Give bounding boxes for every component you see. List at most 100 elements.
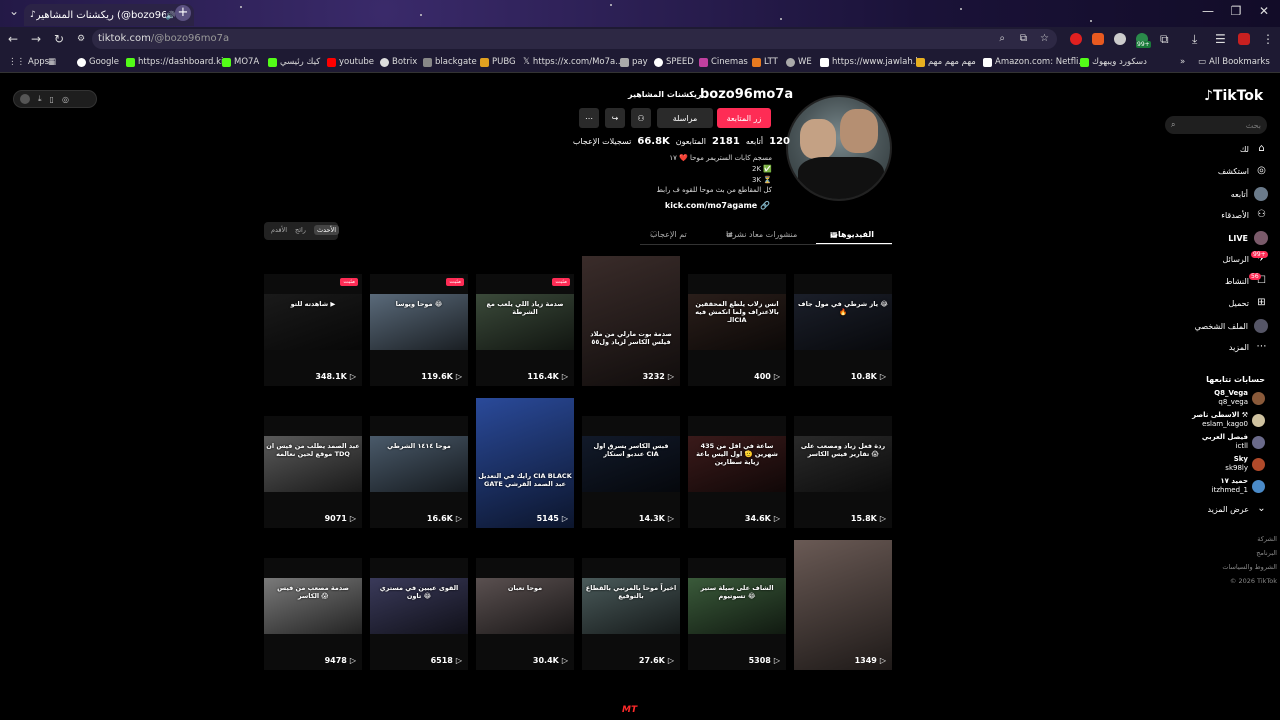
followers-label[interactable]: المتابعون: [676, 137, 706, 146]
following-account[interactable]: Q8_Vega q8_vega: [1170, 389, 1265, 407]
zoom-icon[interactable]: ⌕: [999, 29, 1005, 49]
bookmark-cinemas[interactable]: Cinemas: [699, 57, 748, 67]
nav-friends[interactable]: الأصدقاء ⚇: [1190, 209, 1268, 222]
bookmarks-overflow-icon[interactable]: »: [1180, 57, 1185, 67]
bookmark-pubg[interactable]: PUBG: [480, 57, 516, 67]
nav-live[interactable]: LIVE: [1190, 231, 1268, 245]
video-card[interactable]: رايك في التعديل CIA BLACK GATE عبد الصمد…: [476, 398, 574, 528]
bookmark-google[interactable]: Google: [77, 57, 119, 67]
new-tab-button[interactable]: +: [175, 5, 191, 21]
bookmark-apps[interactable]: ⋮⋮ Apps: [8, 57, 49, 67]
bookmark-tab-grid[interactable]: ▦: [48, 57, 56, 67]
video-card[interactable]: شاهدته للتو ▶ مثبت 348.1K ▷: [264, 274, 362, 386]
video-card[interactable]: 435 ساعة في اقل من شهرين 🫡 اول اليس باعة…: [688, 416, 786, 528]
profile-link[interactable]: kick.com/mo7agame 🔗: [640, 201, 770, 210]
following-account[interactable]: Sky sk98ly: [1170, 455, 1265, 473]
following-label[interactable]: أتابعه: [746, 137, 763, 146]
back-icon[interactable]: ←: [8, 32, 18, 46]
bookmark-blackgate[interactable]: blackgate: [423, 57, 477, 67]
minimize-button[interactable]: —: [1194, 4, 1222, 18]
video-card[interactable]: موحا ويوسا 😂 مثبت 119.6K ▷: [370, 274, 468, 386]
address-bar[interactable]: tiktok.com/@bozo96mo7a ⌕ ⧉ ☆: [92, 29, 1057, 49]
video-card[interactable]: ردة فعل زياد ومصعب على تقارير فيس الكاسر…: [794, 416, 892, 528]
share-icon[interactable]: ↪: [605, 108, 625, 128]
video-card[interactable]: موحا ١٤١٤ الشرطي 16.6K ▷: [370, 416, 468, 528]
tiktok-logo[interactable]: ♪TikTok: [1204, 88, 1263, 104]
sort-oldest[interactable]: الأقدم: [271, 226, 287, 234]
footer-program[interactable]: البرنامج: [1200, 549, 1277, 557]
add-friend-icon[interactable]: ⚇: [631, 108, 651, 128]
video-card[interactable]: عبد الصمد يطلب من فيس ان موقع لحين نعالم…: [264, 416, 362, 528]
download-small-icon[interactable]: ⤓: [38, 94, 42, 104]
message-button[interactable]: مراسلة: [657, 108, 713, 128]
bookmark-speed[interactable]: SPEED: [654, 57, 694, 67]
video-card[interactable]: الشاف على سيلة ستير تسوتيوم 😂 5308 ▷: [688, 558, 786, 670]
bookmark-important[interactable]: مهم مهم مهم: [916, 57, 976, 67]
following-account[interactable]: فيصل العربي ictll: [1170, 433, 1265, 451]
following-account[interactable]: الاسطى ناصر ⚒ eslam_kago0: [1170, 411, 1265, 429]
nav-more[interactable]: المزيد ⋯: [1190, 341, 1268, 354]
video-card[interactable]: صدمة زياد اللي يلعب مع الشرطة مثبت 116.4K ▷: [476, 274, 574, 386]
profile-avatar[interactable]: [786, 95, 892, 201]
close-window-button[interactable]: ✕: [1250, 4, 1278, 18]
sort-latest[interactable]: الأحدث: [314, 225, 340, 235]
menu-icon[interactable]: ⋮: [1262, 32, 1274, 46]
phone-icon[interactable]: ▯: [50, 95, 54, 104]
following-count[interactable]: 120: [769, 136, 790, 147]
search-input[interactable]: ⌕ بحث: [1165, 116, 1267, 134]
bookmark-ltt[interactable]: LTT: [752, 57, 778, 67]
bookmark-amazon[interactable]: Amazon.com: Netfli...: [983, 57, 1087, 67]
compass-icon[interactable]: ◎: [62, 95, 69, 104]
video-card[interactable]: القوى عيبين في مستري تاون 😂 6518 ▷: [370, 558, 468, 670]
video-card[interactable]: اخيراً موحا بالمرتبي بالقطاع بالتوقيع 27.…: [582, 558, 680, 670]
bookmark-kick-main[interactable]: كيك رئيسي: [268, 57, 320, 67]
see-more-link[interactable]: عرض المزيد ⌄: [1190, 503, 1268, 516]
browser-tab[interactable]: ♪ ريكشنات المشاهير (@bozo96mo7a 🔊 ✕: [24, 4, 194, 26]
footer-terms[interactable]: الشروط والسياسات: [1200, 563, 1277, 571]
site-info-icon[interactable]: ⚙: [77, 34, 85, 44]
profile-circle-icon[interactable]: [20, 94, 30, 104]
repost-icon: ⇄: [726, 230, 733, 239]
bookmark-we[interactable]: WE: [786, 57, 812, 67]
bookmark-jawlah[interactable]: https://www.jawlah.l...: [820, 57, 926, 67]
cast-icon[interactable]: ⧉: [1020, 29, 1027, 49]
extensions-puzzle-icon[interactable]: ⧉: [1160, 32, 1169, 47]
video-card[interactable]: انس زلاب يلطع المحققين بالاعتراف ولما ان…: [688, 274, 786, 386]
video-card[interactable]: قبس الكاسر يسرق اول عندبو استكار CIA 14.3…: [582, 416, 680, 528]
bookmark-discord-webhook[interactable]: دسكورد ويبهوك: [1080, 57, 1147, 67]
footer-company[interactable]: الشركة: [1200, 535, 1277, 543]
video-card[interactable]: صدمة بوت مارلي من ملاد فيلس الكاسر لزياد…: [582, 256, 680, 386]
video-card[interactable]: موحا تعبان 30.4K ▷: [476, 558, 574, 670]
video-card[interactable]: ياز شرطي في مول جاف 😂🔥 10.8K ▷: [794, 274, 892, 386]
extension-3-icon[interactable]: [1114, 33, 1126, 45]
bookmark-pay[interactable]: pay: [620, 57, 648, 67]
nav-profile[interactable]: الملف الشخصي: [1190, 319, 1268, 333]
tune-icon[interactable]: ☰: [1215, 32, 1226, 46]
all-bookmarks[interactable]: ▭ All Bookmarks: [1198, 57, 1270, 67]
extension-1-icon[interactable]: [1070, 33, 1082, 45]
nav-explore[interactable]: استكشف ◎: [1190, 165, 1268, 178]
more-options-icon[interactable]: ⋯: [579, 108, 599, 128]
video-card[interactable]: 1349 ▷: [794, 540, 892, 670]
extension-2-icon[interactable]: [1092, 33, 1104, 45]
bookmark-youtube[interactable]: youtube: [327, 57, 374, 67]
forward-icon[interactable]: →: [31, 32, 41, 46]
bookmark-botrix[interactable]: Botrix: [380, 57, 417, 67]
floating-toolbar[interactable]: ⤓ ▯ ◎: [13, 90, 97, 108]
bookmark-x[interactable]: 𝕏https://x.com/Mo7a...: [523, 57, 623, 67]
edit-profile-button[interactable]: زر المتابعة: [717, 108, 771, 128]
maximize-button[interactable]: ❐: [1222, 4, 1250, 18]
followers-count[interactable]: 2181: [712, 136, 740, 147]
reload-icon[interactable]: ↻: [54, 32, 64, 46]
nav-upload[interactable]: تحميل ⊞: [1190, 297, 1268, 310]
sort-popular[interactable]: رائج: [295, 226, 306, 234]
video-card[interactable]: صدمة مصعب من فيس الكاسر 😱 9478 ▷: [264, 558, 362, 670]
shield-extension-icon[interactable]: [1238, 33, 1250, 45]
download-icon[interactable]: ⤓: [1192, 32, 1197, 47]
bookmark-mo7a[interactable]: MO7A: [222, 57, 259, 67]
bookmark-kick-dashboard[interactable]: https://dashboard.ki...: [126, 57, 232, 67]
bookmark-star-icon[interactable]: ☆: [1040, 29, 1049, 49]
nav-for-you[interactable]: لك ⌂: [1190, 143, 1268, 156]
following-account[interactable]: حميد ١٧ itzhmed_1: [1170, 477, 1265, 495]
nav-following[interactable]: أتابعه: [1190, 187, 1268, 201]
